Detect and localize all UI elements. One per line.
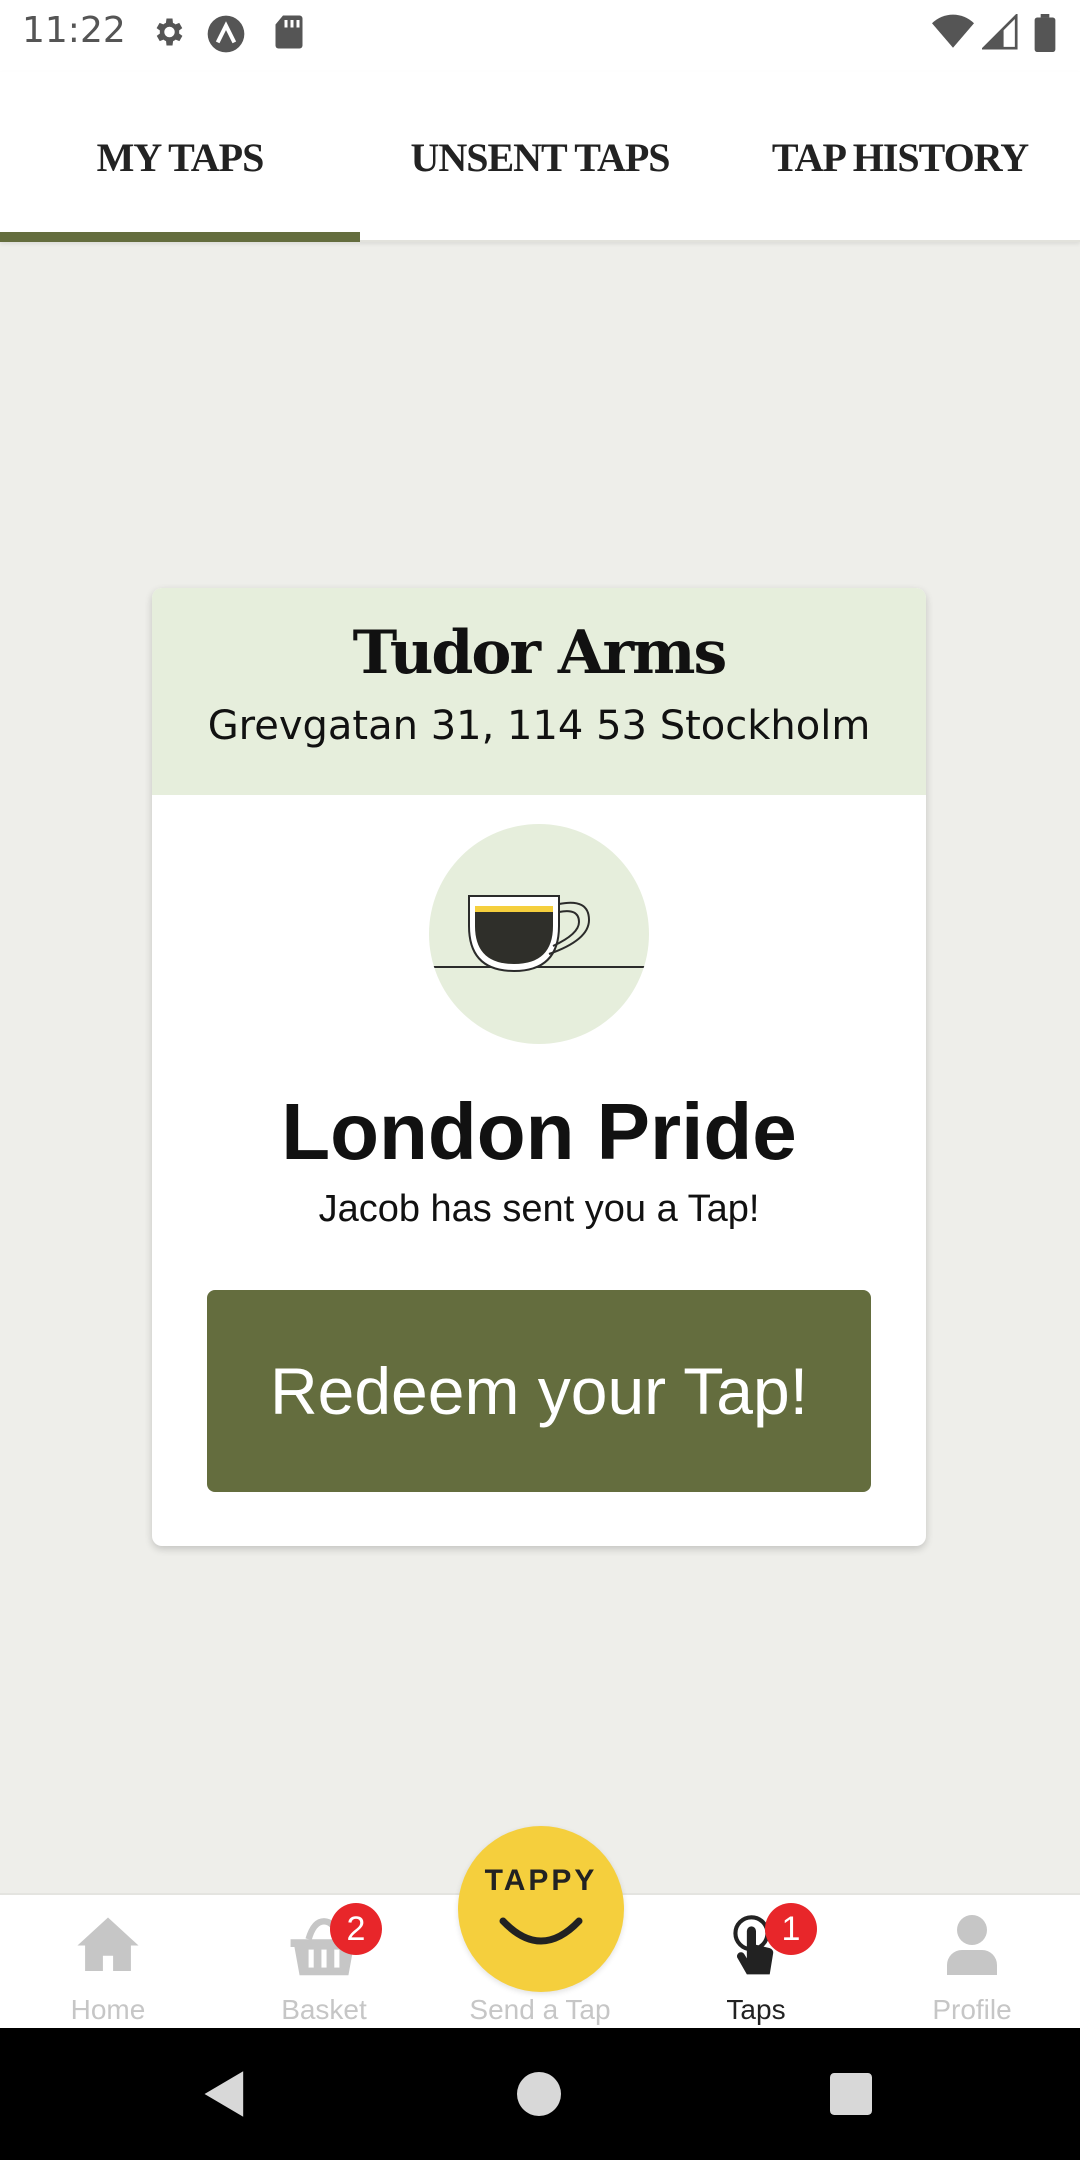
home-icon <box>77 1917 139 1971</box>
drink-avatar <box>429 824 649 1044</box>
sd-card-icon <box>272 14 306 55</box>
tappy-button[interactable]: TAPPY <box>458 1826 624 1992</box>
profile-icon <box>947 1915 997 1975</box>
drink-name: London Pride <box>281 1087 797 1176</box>
nav-item-profile[interactable]: Profile <box>864 1895 1080 2030</box>
app-a-icon <box>206 14 246 59</box>
nav-item-home[interactable]: Home <box>0 1895 216 2030</box>
venue-name: Tudor Arms <box>352 618 728 688</box>
nav-label-home: Home <box>70 1994 146 2025</box>
back-icon <box>204 2071 244 2117</box>
tab-tap-history[interactable]: TAP HISTORY <box>720 72 1080 242</box>
status-bar: 11:22 <box>0 0 1080 72</box>
tap-message: Jacob has sent you a Tap! <box>318 1188 760 1230</box>
battery-icon <box>1034 14 1056 57</box>
recents-icon <box>830 2073 872 2115</box>
wifi-icon <box>932 14 974 55</box>
tab-unsent-taps[interactable]: UNSENT TAPS <box>360 72 720 242</box>
nav-label-send-a-tap: Send a Tap <box>469 1994 611 2025</box>
recents-button[interactable] <box>806 2028 896 2160</box>
tap-card: Tudor Arms Grevgatan 31, 114 53 Stockhol… <box>152 588 926 1546</box>
tappy-icon <box>499 1917 583 1945</box>
venue-address: Grevgatan 31, 114 53 Stockholm <box>207 703 871 749</box>
active-tab-indicator <box>0 232 360 242</box>
system-nav-bar <box>0 2028 1080 2160</box>
nav-item-basket[interactable]: 2 Basket <box>216 1895 432 2030</box>
nav-item-taps[interactable]: 1 Taps <box>648 1895 864 2030</box>
back-button[interactable] <box>180 2028 270 2160</box>
tab-my-taps[interactable]: MY TAPS <box>0 72 360 242</box>
settings-icon <box>150 14 186 55</box>
home-nav-button[interactable] <box>494 2028 584 2160</box>
tab-bar: MY TAPS UNSENT TAPS TAP HISTORY <box>0 72 1080 242</box>
nav-label-profile: Profile <box>932 1994 1012 2025</box>
home-circle-icon <box>517 2072 561 2116</box>
coffee-cup-icon <box>433 895 645 973</box>
nav-label-basket: Basket <box>281 1994 367 2025</box>
status-time: 11:22 <box>22 10 126 51</box>
card-header: Tudor Arms Grevgatan 31, 114 53 Stockhol… <box>152 588 926 795</box>
signal-icon <box>980 12 1018 55</box>
taps-count-badge: 1 <box>765 1903 817 1955</box>
nav-label-taps: Taps <box>726 1994 786 2025</box>
redeem-tap-button[interactable]: Redeem your Tap! <box>207 1290 871 1492</box>
basket-count-badge: 2 <box>330 1903 382 1955</box>
